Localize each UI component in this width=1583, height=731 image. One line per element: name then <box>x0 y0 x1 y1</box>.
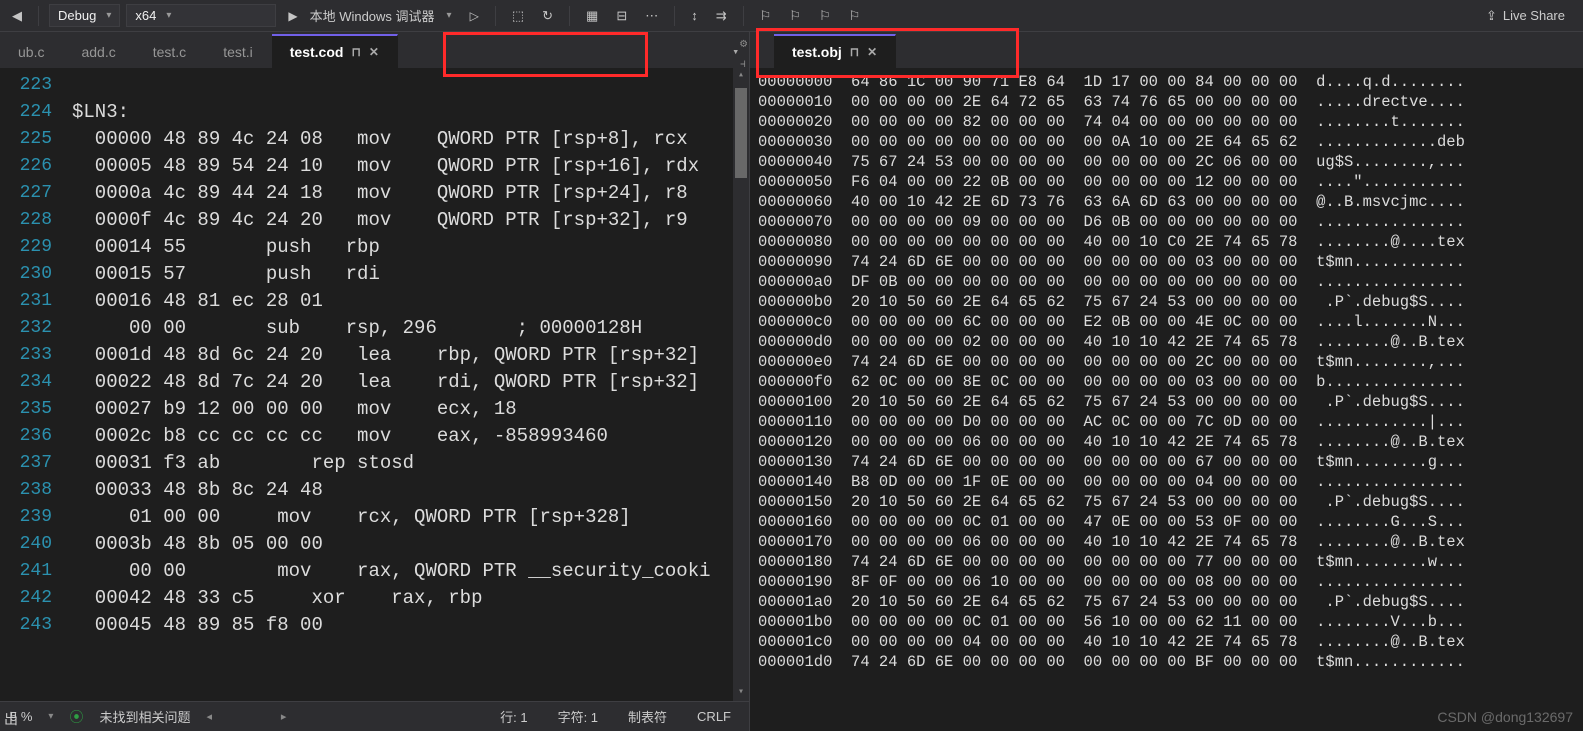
share-icon: ⇪ <box>1486 8 1497 24</box>
restart-icon[interactable]: ↻ <box>536 4 559 28</box>
hex-content[interactable]: 00000000 64 86 1C 00 90 71 E8 64 1D 17 0… <box>750 68 1583 731</box>
status-ok-icon: ⦿ <box>69 707 83 727</box>
chevron-down-icon: ▾ <box>106 10 111 21</box>
play-nodebug-icon[interactable]: ▷ <box>464 5 485 27</box>
tab-label: test.obj <box>792 44 842 60</box>
tool-icon-1[interactable]: ▦ <box>580 4 604 28</box>
scroll-down-icon[interactable]: ▾ <box>733 685 749 701</box>
eol-indicator[interactable]: CRLF <box>689 709 739 724</box>
platform-dropdown[interactable]: x64 ▾ <box>126 4 276 27</box>
tool-icon-5[interactable]: ⇉ <box>710 4 733 28</box>
left-editor-panel: ub.c add.c test.c test.i test.cod ⊓ ✕ ▾ … <box>0 32 750 731</box>
horizontal-scroll[interactable]: ◂ ▸ <box>206 710 286 724</box>
chevron-down-icon: ▾ <box>166 10 171 21</box>
pin-icon[interactable]: ⊓ <box>850 45 859 59</box>
tool-icon-4[interactable]: ↕ <box>685 4 704 27</box>
pin-icon[interactable]: ⊓ <box>351 45 360 59</box>
code-content[interactable]: $LN3: 00000 48 89 4c 24 08 mov QWORD PTR… <box>70 68 733 701</box>
tool-icon-2[interactable]: ⊟ <box>610 4 633 28</box>
line-gutter: 223 224 225 226 227 228 229 230 231 232 … <box>0 68 70 701</box>
config-dropdown[interactable]: Debug ▾ <box>49 4 120 27</box>
scroll-left-icon[interactable]: ◂ <box>206 710 212 723</box>
tab-label: test.cod <box>290 44 344 60</box>
watermark-text: CSDN @dong132697 <box>1437 709 1573 725</box>
close-icon[interactable]: ✕ <box>369 45 379 59</box>
main-toolbar: ◀ Debug ▾ x64 ▾ ▶ 本地 Windows 调试器 ▾ ▷ ⬚ ↻… <box>0 0 1583 32</box>
bookmark-prev-icon[interactable]: ⚐ <box>783 4 807 28</box>
play-icon[interactable]: ▶ <box>282 5 303 27</box>
tool-icon-3[interactable]: ⋯ <box>639 4 664 28</box>
right-tabs: test.obj ⊓ ✕ <box>750 32 1583 68</box>
tab-test-c[interactable]: test.c <box>135 36 205 68</box>
scroll-right-icon[interactable]: ▸ <box>281 710 287 723</box>
col-indicator[interactable]: 字符: 1 <box>550 707 606 726</box>
bookmark-next-icon[interactable]: ⚐ <box>813 4 837 28</box>
tab-test-i[interactable]: test.i <box>205 36 272 68</box>
bookmark-icon[interactable]: ⚐ <box>754 4 778 28</box>
tab-ub-c[interactable]: ub.c <box>0 36 63 68</box>
tab-add-c[interactable]: add.c <box>63 36 134 68</box>
gear-icon[interactable]: ⚙ <box>740 36 747 51</box>
split-icon[interactable]: ⫞ <box>740 57 747 71</box>
stop-icon[interactable]: ⬚ <box>506 4 530 28</box>
bookmark-clear-icon[interactable]: ⚐ <box>843 4 867 28</box>
scroll-thumb[interactable] <box>735 88 747 178</box>
config-label: Debug <box>58 8 96 23</box>
debugger-label[interactable]: 本地 Windows 调试器 <box>310 6 435 25</box>
indent-indicator[interactable]: 制表符 <box>620 707 675 726</box>
live-share-button[interactable]: ⇪ Live Share <box>1486 8 1577 24</box>
right-editor-panel: ⚙ ⫞ test.obj ⊓ ✕ 00000000 64 86 1C 00 90… <box>750 32 1583 731</box>
bottom-fragment-text: 出 <box>4 709 18 729</box>
platform-label: x64 <box>135 8 156 23</box>
nav-back-icon[interactable]: ◀ <box>6 4 28 28</box>
left-tabs: ub.c add.c test.c test.i test.cod ⊓ ✕ ▾ <box>0 32 749 68</box>
vertical-scrollbar[interactable]: ▴ ▾ <box>733 68 749 701</box>
close-icon[interactable]: ✕ <box>867 45 877 59</box>
issues-label[interactable]: 未找到相关问题 <box>99 707 190 726</box>
statusbar: 5 % ▾ ⦿ 未找到相关问题 ◂ ▸ 行: 1 字符: 1 制表符 CRLF <box>0 701 749 731</box>
tab-test-cod[interactable]: test.cod ⊓ ✕ <box>272 34 398 68</box>
tab-test-obj[interactable]: test.obj ⊓ ✕ <box>774 34 896 68</box>
line-indicator[interactable]: 行: 1 <box>492 707 535 726</box>
debugger-dropdown-icon[interactable]: ▾ <box>441 6 458 25</box>
live-share-label: Live Share <box>1503 8 1565 23</box>
